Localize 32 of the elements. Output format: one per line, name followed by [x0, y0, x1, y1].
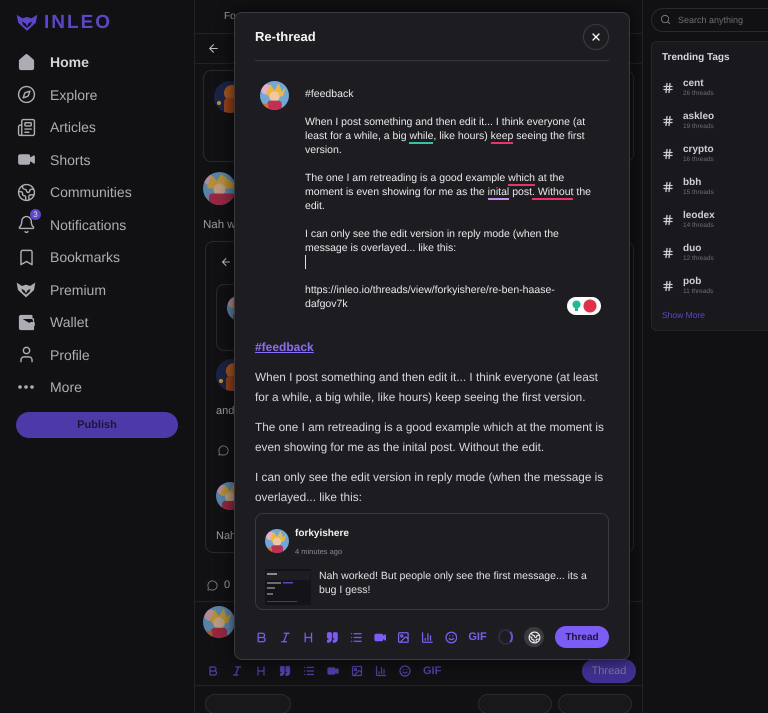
comment-count: 0	[224, 579, 230, 591]
editor-paragraph: When I post something and then edit it... I think everyone (at least for a while, a big while, like hours) keep seeing the first version.	[305, 115, 586, 157]
search-field[interactable]: Search anything	[651, 8, 768, 32]
nav-item[interactable]: Wallet	[16, 306, 178, 338]
hashtag-link[interactable]: #feedback	[255, 337, 314, 357]
nav-item[interactable]: Shorts	[16, 144, 178, 176]
editor-paragraph: #feedback	[305, 87, 354, 101]
thread-button[interactable]: Thread	[554, 626, 609, 648]
quote-text: Nah worked! But people only see the first message... its a bug I gess!	[319, 569, 588, 597]
editor-paragraph: I can only see the edit version in reply mode (when the message is overlayed... like this:	[305, 227, 560, 255]
notification-badge: 3	[30, 209, 41, 220]
nav-item[interactable]: Profile	[16, 338, 178, 371]
feed-tab[interactable]: Fo	[224, 11, 236, 22]
nav-item[interactable]: More	[16, 371, 178, 404]
nav-item[interactable]: Articles	[16, 111, 178, 144]
nav-item[interactable]: 3 Notifications	[16, 208, 178, 241]
dialog-title: Re-thread	[255, 29, 316, 44]
nav-item[interactable]: Premium	[16, 274, 178, 306]
nav-item[interactable]: Explore	[16, 78, 178, 111]
preview-paragraph: The one I am retreading is a good example which at the moment is even showing for me as the inital post. Without the edit.	[255, 419, 605, 456]
gif-button[interactable]: GIF	[468, 631, 487, 643]
trending-title: Trending Tags	[662, 52, 731, 63]
nav-item[interactable]: Bookmarks	[16, 241, 178, 274]
editor-link: https://inleo.io/threads/view/forkyishere/re-ben-haase-dafgov7k	[305, 283, 556, 311]
quote-author: forkyishere	[295, 528, 349, 539]
preview-paragraph: When I post something and then edit it... I think everyone (at least for a while, a big while, like hours) keep seeing the first version.	[255, 369, 599, 406]
editor-paragraph: The one I am retreading is a good example which at the moment is even showing for me as the inital post. Without the edit.	[305, 171, 592, 213]
brand-name: INLEO	[44, 12, 112, 34]
post-text: and	[216, 405, 234, 417]
nav-item[interactable]: Communities	[16, 176, 178, 208]
nav-item[interactable]: Home	[16, 46, 178, 78]
preview-paragraph: I can only see the edit version in reply mode (when the message is overlayed... like this:	[255, 469, 604, 506]
